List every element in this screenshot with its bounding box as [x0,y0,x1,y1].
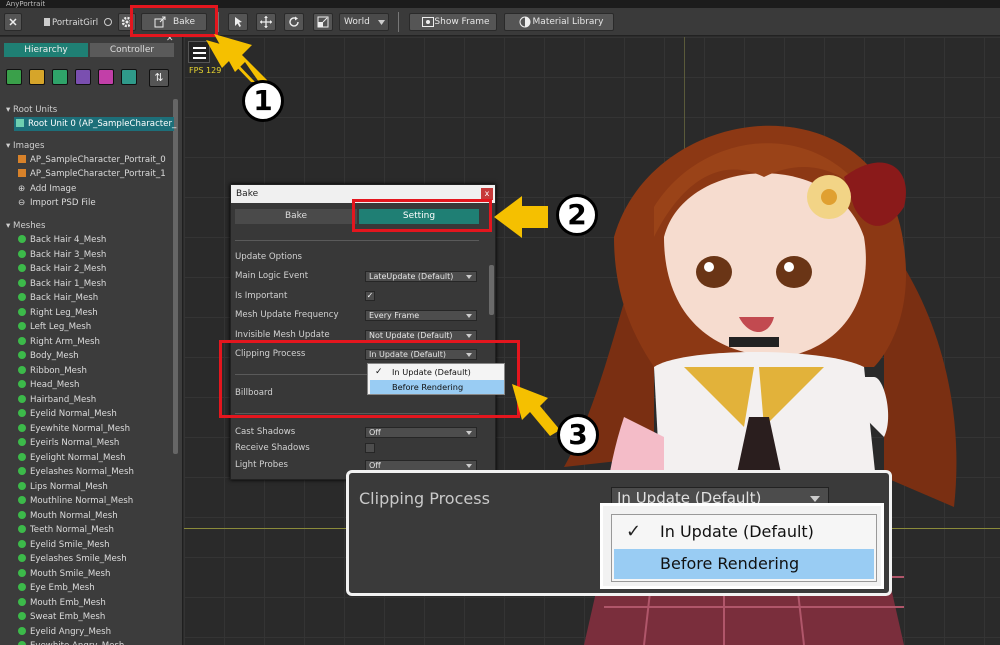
zoomed-clipping-process: Clipping Process In Update (Default) ✓ In… [346,470,892,596]
check-icon: ✓ [626,521,642,542]
zoom-option-before-rendering[interactable]: Before Rendering [614,549,874,579]
zoom-menu-frame: ✓ In Update (Default) Before Rendering [611,514,877,582]
zoom-option-in-update[interactable]: ✓ In Update (Default) [614,517,874,547]
callout-badge-1: 1 [242,80,284,122]
arrow-icon [512,384,560,436]
zoom-clipping-process-label: Clipping Process [359,489,490,508]
app-window: AnyPortrait PortraitGirl Bake World Show… [0,0,1000,645]
arrow-icon [494,196,548,238]
callout-badge-3: 3 [557,414,599,456]
option-label: Before Rendering [660,554,800,573]
callout-badge-2: 2 [556,194,598,236]
zoom-clipping-process-menu: ✓ In Update (Default) Before Rendering [600,503,884,589]
option-label: In Update (Default) [660,522,814,541]
